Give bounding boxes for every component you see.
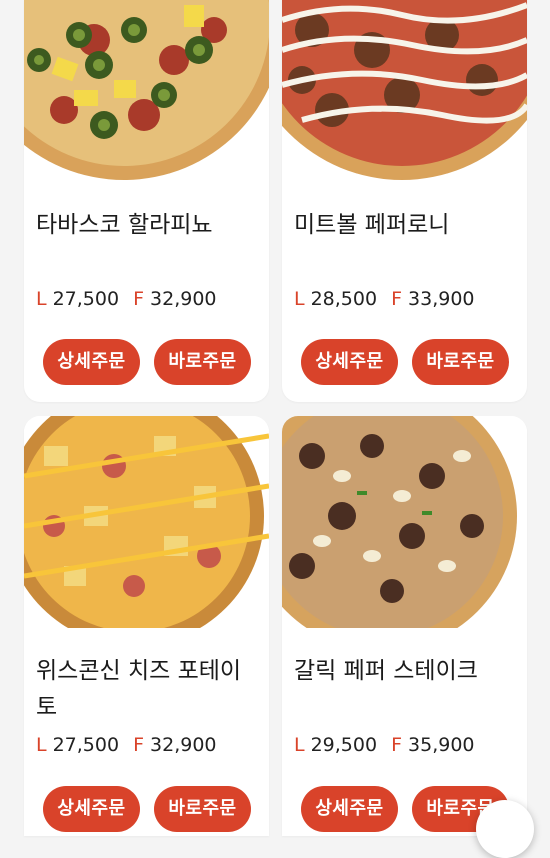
quick-order-button[interactable]: 바로주문: [154, 786, 251, 832]
menu-card[interactable]: 갈릭 페퍼 스테이크 L 29,500 F 35,900 상세주문 바로주문: [282, 416, 527, 836]
price-f: 35,900: [408, 734, 475, 756]
quick-order-button[interactable]: 바로주문: [154, 339, 251, 385]
detail-order-button[interactable]: 상세주문: [43, 339, 140, 385]
detail-order-button[interactable]: 상세주문: [301, 786, 398, 832]
price-f: 32,900: [150, 288, 217, 310]
pizza-image[interactable]: [282, 0, 527, 182]
price-line: L 27,500 F 32,900: [36, 734, 217, 756]
price-line: L 29,500 F 35,900: [294, 734, 475, 756]
menu-card[interactable]: 미트볼 페퍼로니 L 28,500 F 33,900 상세주문 바로주문: [282, 0, 527, 402]
size-f-label: F: [391, 288, 403, 310]
detail-order-button[interactable]: 상세주문: [301, 339, 398, 385]
pizza-image[interactable]: [24, 416, 269, 628]
pizza-cheese-potato-icon: [24, 416, 269, 628]
size-l-label: L: [294, 288, 305, 310]
menu-card[interactable]: 위스콘신 치즈 포테이토 L 27,500 F 32,900 상세주문 바로주문: [24, 416, 269, 836]
price-line: L 28,500 F 33,900: [294, 288, 475, 310]
size-l-label: L: [36, 734, 47, 756]
price-line: L 27,500 F 32,900: [36, 288, 217, 310]
price-l: 29,500: [310, 734, 378, 756]
price-l: 27,500: [52, 288, 120, 310]
size-f-label: F: [391, 734, 403, 756]
pizza-meatball-icon: [282, 0, 527, 182]
menu-card[interactable]: 타바스코 할라피뇨 L 27,500 F 32,900 상세주문 바로주문: [24, 0, 269, 402]
pizza-image[interactable]: [282, 416, 527, 628]
floating-action-button[interactable]: [476, 800, 534, 858]
price-l: 27,500: [52, 734, 120, 756]
size-l-label: L: [36, 288, 47, 310]
pizza-name: 미트볼 페퍼로니: [294, 212, 450, 238]
price-l: 28,500: [310, 288, 378, 310]
pizza-jalapeno-icon: [24, 0, 269, 182]
pizza-name: 갈릭 페퍼 스테이크: [294, 658, 478, 684]
size-f-label: F: [133, 288, 145, 310]
pizza-garlic-steak-icon: [282, 416, 527, 628]
price-f: 32,900: [150, 734, 217, 756]
price-f: 33,900: [408, 288, 475, 310]
quick-order-button[interactable]: 바로주문: [412, 339, 509, 385]
detail-order-button[interactable]: 상세주문: [43, 786, 140, 832]
pizza-image[interactable]: [24, 0, 269, 182]
size-l-label: L: [294, 734, 305, 756]
size-f-label: F: [133, 734, 145, 756]
pizza-name: 위스콘신 치즈 포테이토: [36, 658, 242, 720]
pizza-name: 타바스코 할라피뇨: [36, 212, 213, 238]
